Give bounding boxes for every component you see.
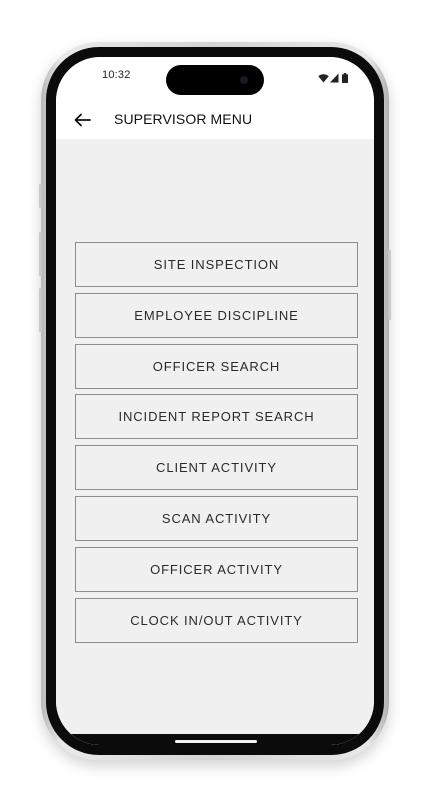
clock-in-out-activity-button[interactable]: CLOCK IN/OUT ACTIVITY <box>75 597 358 643</box>
dynamic-island <box>166 65 264 95</box>
silent-switch <box>39 184 42 208</box>
front-camera-icon <box>240 76 248 84</box>
wifi-icon <box>318 70 329 88</box>
app-bar: SUPERVISOR MENU <box>56 101 374 139</box>
arrow-left-icon[interactable] <box>70 108 94 132</box>
employee-discipline-button[interactable]: EMPLOYEE DISCIPLINE <box>75 292 358 338</box>
status-time: 10:32 <box>102 69 131 81</box>
volume-up-button <box>39 232 42 276</box>
phone-screen: 10:32 SUPERVISOR MENU SITE INSPECTION EM… <box>56 57 374 745</box>
home-indicator[interactable] <box>175 740 257 743</box>
volume-down-button <box>39 288 42 332</box>
content-area: SITE INSPECTION EMPLOYEE DISCIPLINE OFFI… <box>56 139 374 745</box>
client-activity-button[interactable]: CLIENT ACTIVITY <box>75 445 358 491</box>
incident-report-search-button[interactable]: INCIDENT REPORT SEARCH <box>75 394 358 440</box>
site-inspection-button[interactable]: SITE INSPECTION <box>75 242 358 287</box>
battery-icon <box>342 70 348 88</box>
status-bar: 10:32 <box>56 57 374 101</box>
power-button <box>388 250 391 320</box>
supervisor-menu: SITE INSPECTION EMPLOYEE DISCIPLINE OFFI… <box>75 242 358 648</box>
officer-search-button[interactable]: OFFICER SEARCH <box>75 343 358 389</box>
scan-activity-button[interactable]: SCAN ACTIVITY <box>75 495 358 541</box>
cellular-signal-icon <box>330 70 339 88</box>
officer-activity-button[interactable]: OFFICER ACTIVITY <box>75 546 358 592</box>
page-title: SUPERVISOR MENU <box>114 111 253 127</box>
